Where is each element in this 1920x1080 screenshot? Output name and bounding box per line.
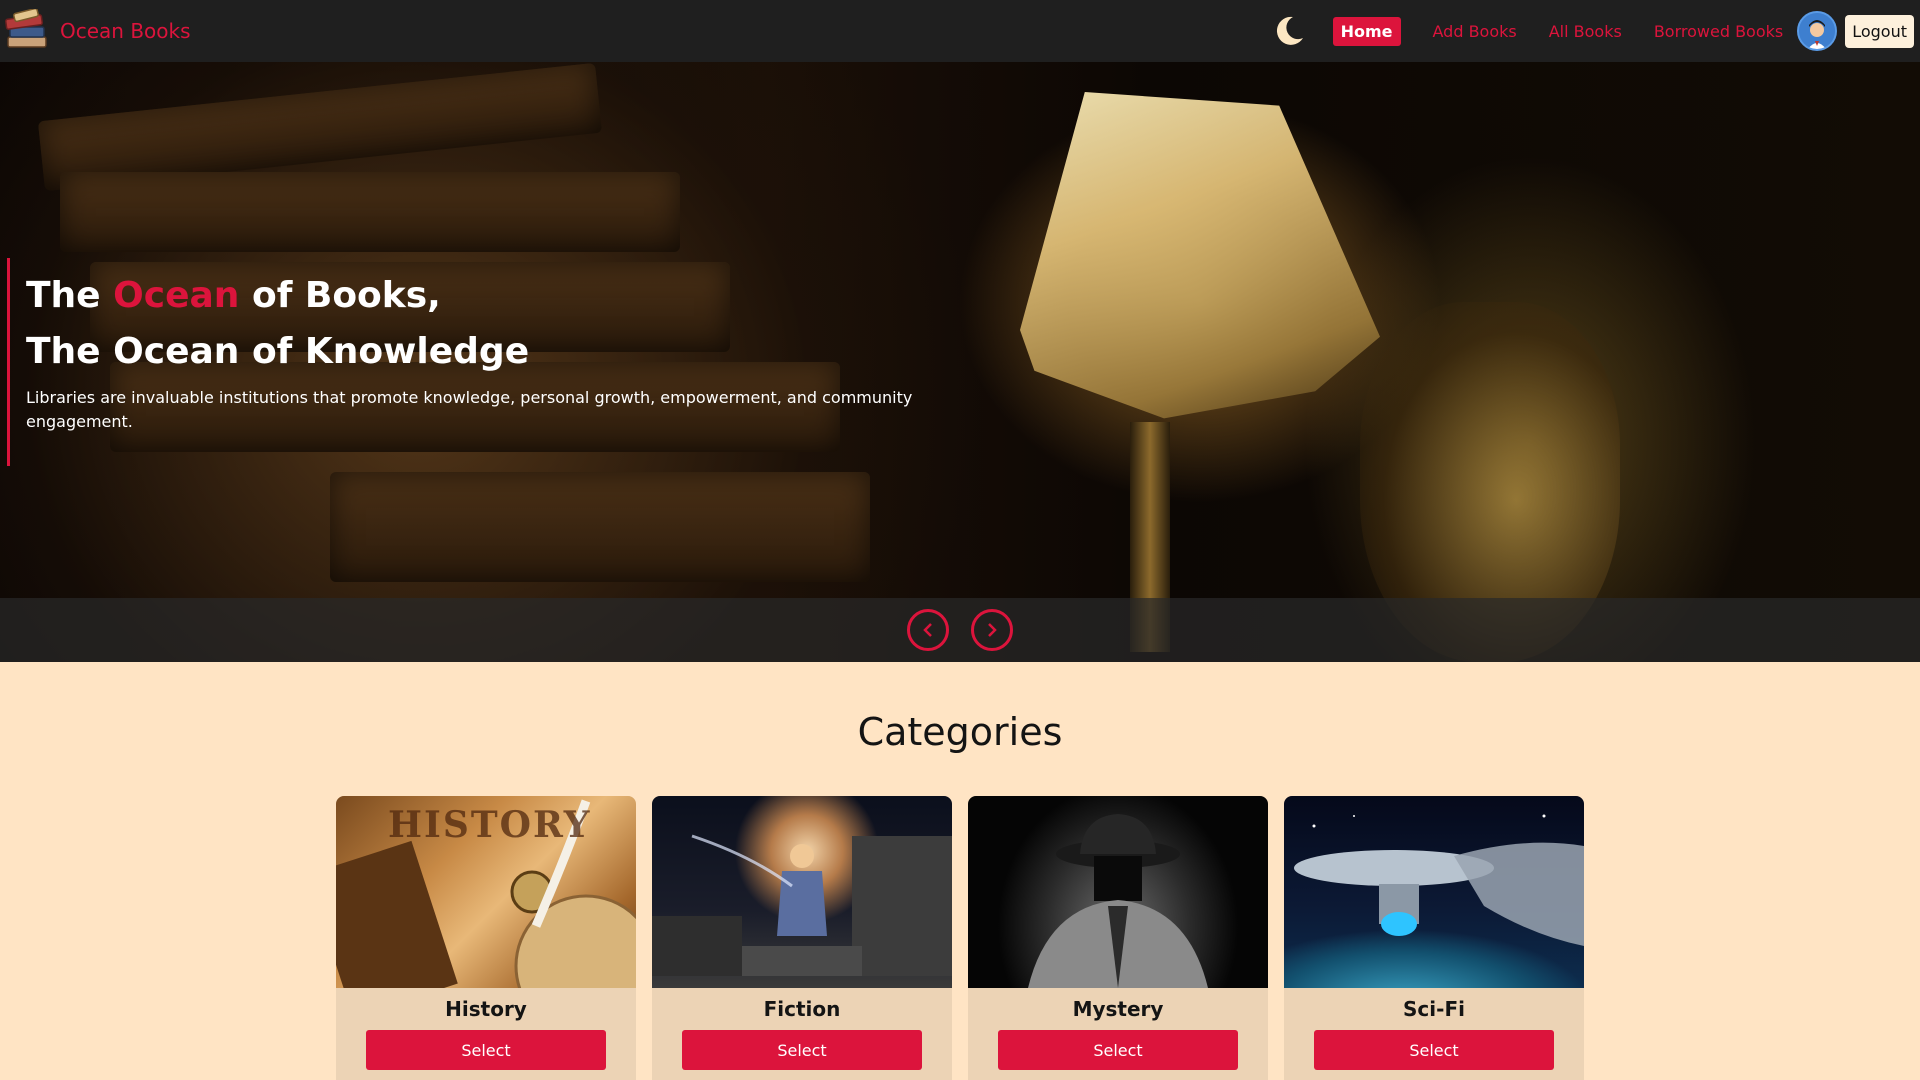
navbar: Ocean Books Home Add Books All Books Bor… [0, 0, 1920, 62]
chevron-right-icon[interactable] [971, 609, 1013, 651]
nav-link-borrowed-books[interactable]: Borrowed Books [1654, 22, 1783, 41]
hero-banner: The Ocean of Books, The Ocean of Knowled… [0, 62, 1920, 662]
lamp-decoration [1020, 92, 1380, 419]
chevron-left-icon[interactable] [907, 609, 949, 651]
logout-button[interactable]: Logout [1845, 14, 1914, 48]
category-cards: HISTORY History Select Fiction Select My… [336, 796, 1586, 1080]
nav-menu: Home Add Books All Books Borrowed Books … [1269, 11, 1914, 51]
hero-title: The Ocean of Books, The Ocean of Knowled… [26, 268, 927, 380]
hero-title-accent: Ocean [113, 275, 240, 316]
category-card-fiction[interactable]: Fiction Select [652, 796, 952, 1080]
hero-title-suffix: of Books, [239, 275, 441, 316]
user-avatar[interactable] [1797, 11, 1838, 51]
category-card-history[interactable]: HISTORY History Select [336, 796, 636, 1080]
select-button-history[interactable]: Select [366, 1030, 606, 1070]
category-card-mystery[interactable]: Mystery Select [968, 796, 1268, 1080]
hero-book-decoration [330, 472, 870, 582]
category-name: Mystery [1072, 997, 1164, 1021]
carousel-controls [0, 598, 1920, 662]
nav-link-all-books[interactable]: All Books [1549, 22, 1622, 41]
fiction-image [652, 796, 952, 988]
brand[interactable]: Ocean Books [4, 7, 191, 53]
mystery-image [968, 796, 1268, 988]
hero-book-decoration [60, 172, 680, 252]
brand-name: Ocean Books [60, 19, 191, 43]
nav-link-home[interactable]: Home [1332, 16, 1401, 46]
select-button-sci-fi[interactable]: Select [1314, 1030, 1554, 1070]
category-card-sci-fi[interactable]: Sci-Fi Select [1284, 796, 1584, 1080]
hero-title-line2: The Ocean of Knowledge [26, 331, 530, 372]
nav-link-add-books[interactable]: Add Books [1433, 22, 1517, 41]
categories-heading: Categories [857, 710, 1063, 754]
select-button-mystery[interactable]: Select [998, 1030, 1238, 1070]
category-name: Fiction [763, 997, 841, 1021]
moon-icon[interactable] [1269, 11, 1309, 51]
category-name: History [445, 997, 527, 1021]
scifi-image [1284, 796, 1584, 988]
books-logo-icon [4, 7, 52, 53]
hero-description: Libraries are invaluable institutions th… [26, 388, 913, 431]
history-image: HISTORY [336, 796, 636, 988]
category-name: Sci-Fi [1403, 997, 1465, 1021]
select-button-fiction[interactable]: Select [682, 1030, 922, 1070]
history-image-word: HISTORY [388, 804, 592, 846]
hero-text-block: The Ocean of Books, The Ocean of Knowled… [7, 258, 927, 466]
hero-title-prefix: The [26, 275, 114, 316]
